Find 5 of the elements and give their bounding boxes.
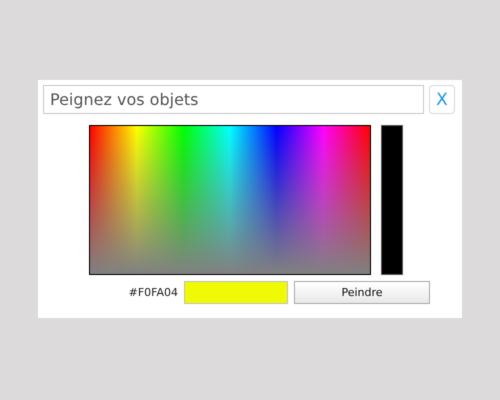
color-palette[interactable] — [89, 125, 371, 275]
hex-value: #F0FA04 — [128, 286, 178, 299]
brightness-bar[interactable] — [381, 125, 403, 275]
paint-button[interactable]: Peindre — [294, 281, 430, 304]
search-field[interactable]: Peignez vos objets — [43, 85, 424, 114]
